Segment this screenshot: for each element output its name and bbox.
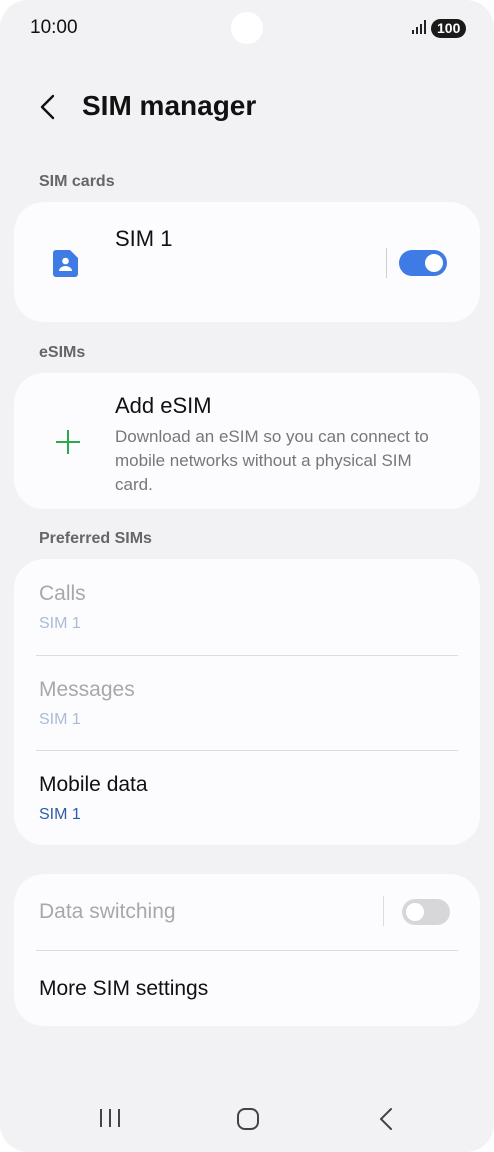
status-time: 10:00 (30, 17, 78, 38)
section-label-esims: eSIMs (39, 344, 86, 361)
add-esim-item[interactable]: Add eSIM Download an eSIM so you can con… (14, 373, 480, 509)
more-sim-settings-row[interactable]: More SIM settings (14, 950, 480, 1026)
calls-title: Calls (39, 582, 86, 605)
recent-apps-icon[interactable] (98, 1106, 122, 1130)
data-switching-toggle[interactable] (402, 899, 450, 925)
preferred-messages-row[interactable]: Messages SIM 1 (14, 655, 480, 751)
more-sim-settings-title: More SIM settings (39, 977, 209, 1000)
mobile-data-value: SIM 1 (39, 806, 81, 823)
preferred-mobile-data-row[interactable]: Mobile data SIM 1 (14, 750, 480, 845)
more-settings-card: Data switching More SIM settings (14, 874, 480, 1026)
data-switching-title: Data switching (39, 900, 176, 923)
navigation-bar (0, 1088, 494, 1148)
back-chevron-icon[interactable] (34, 92, 64, 122)
toggle-knob (425, 254, 443, 272)
sim-card-icon (53, 250, 78, 277)
app-header: SIM manager (0, 80, 494, 140)
messages-title: Messages (39, 678, 135, 701)
toggle-divider (386, 248, 387, 278)
status-bar: 10:00 100 (0, 0, 494, 56)
section-label-sim-cards: SIM cards (39, 173, 115, 190)
plus-icon (56, 430, 80, 454)
sim-name: SIM 1 (115, 226, 173, 251)
sim-card-item[interactable]: SIM 1 (14, 202, 480, 322)
screen: 10:00 100 SIM manager SIM cards SIM 1 eS… (0, 0, 494, 1152)
add-esim-title: Add eSIM (115, 393, 212, 418)
page-title: SIM manager (82, 90, 257, 121)
add-esim-description: Download an eSIM so you can connect to m… (115, 427, 429, 494)
signal-icon (412, 20, 426, 34)
toggle-knob (406, 903, 424, 921)
section-label-preferred-sims: Preferred SIMs (39, 530, 152, 547)
back-icon[interactable] (376, 1106, 396, 1132)
battery-badge: 100 (431, 19, 467, 38)
camera-cutout (231, 12, 263, 44)
home-icon[interactable] (235, 1106, 261, 1132)
data-switching-row[interactable]: Data switching (14, 874, 480, 950)
mobile-data-title: Mobile data (39, 773, 148, 796)
preferred-calls-row[interactable]: Calls SIM 1 (14, 559, 480, 655)
sim1-toggle[interactable] (399, 250, 447, 276)
messages-value: SIM 1 (39, 711, 81, 728)
toggle-divider (383, 896, 384, 926)
calls-value: SIM 1 (39, 615, 81, 632)
preferred-sims-card: Calls SIM 1 Messages SIM 1 Mobile data S… (14, 559, 480, 845)
